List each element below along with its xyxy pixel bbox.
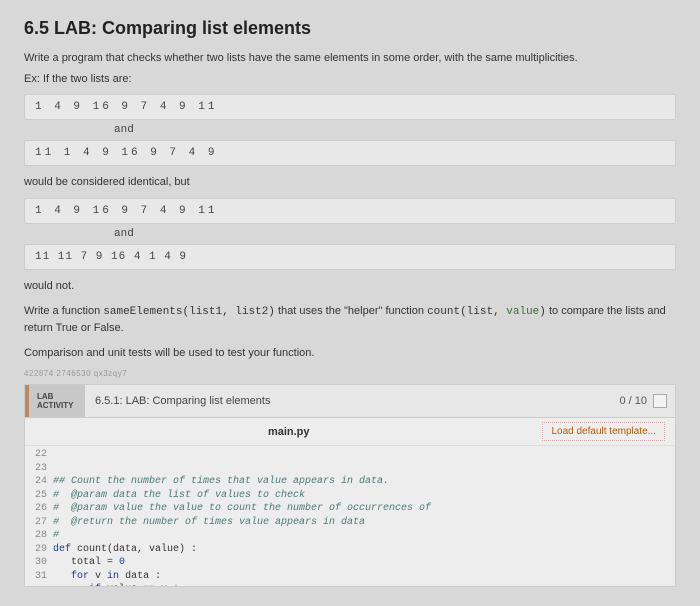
line-number: 28 [25, 529, 47, 543]
lab-activity-bar: LAB ACTIVITY 6.5.1: LAB: Comparing list … [24, 384, 676, 418]
line-number: 22 [25, 448, 47, 462]
intro-text-2: Ex: If the two lists are: [24, 72, 676, 87]
line-number: 30 [25, 556, 47, 570]
score-text: 0 / 10 [619, 395, 647, 407]
example-list-2b: 11 11 7 9 16 4 1 4 9 [24, 244, 676, 270]
func-close: ) [539, 306, 546, 318]
func-mid: that uses the "helper" function [275, 305, 427, 317]
intro-text-1: Write a program that checks whether two … [24, 51, 676, 66]
and-label-1: and [24, 124, 676, 136]
page-title: 6.5 LAB: Comparing list elements [24, 18, 676, 39]
lab-activity-title: 6.5.1: LAB: Comparing list elements [85, 385, 611, 417]
hash-id: 422874 2746530 qx3zqy7 [24, 369, 676, 378]
line-number: 27 [25, 516, 47, 530]
func-count: count(list, [427, 306, 506, 318]
function-instruction: Write a function sameElements(list1, lis… [24, 303, 676, 337]
code-content[interactable]: ## Count the number of times that value … [53, 448, 675, 586]
line-number: 29 [25, 543, 47, 557]
line-number: 23 [25, 462, 47, 476]
code-editor: main.py Load default template... 2223242… [24, 418, 676, 587]
func-val: value [506, 306, 539, 318]
score-box-icon [653, 394, 667, 408]
func-pre: Write a function [24, 305, 103, 317]
line-number: 31 [25, 570, 47, 584]
line-number: 26 [25, 502, 47, 516]
editor-header: main.py Load default template... [25, 418, 675, 446]
wouldnot-note: would not. [24, 278, 676, 295]
line-number: 25 [25, 489, 47, 503]
example-list-2a: 1 4 9 16 9 7 4 9 11 [24, 198, 676, 224]
func-sig: sameElements(list1, list2) [103, 306, 275, 318]
line-gutter: 22232425262728293031 [25, 448, 53, 586]
example-list-1a: 1 4 9 16 9 7 4 9 11 [24, 94, 676, 120]
example-list-1b: 11 1 4 9 16 9 7 4 9 [24, 140, 676, 166]
score-area: 0 / 10 [611, 385, 675, 417]
identical-note: would be considered identical, but [24, 174, 676, 191]
editor-body[interactable]: 22232425262728293031 ## Count the number… [25, 446, 675, 586]
lab-tag-line1: LAB [37, 392, 77, 402]
tests-note: Comparison and unit tests will be used t… [24, 345, 676, 362]
file-tab[interactable]: main.py [35, 426, 542, 438]
lab-tag-line2: ACTIVITY [37, 401, 77, 411]
lab-tag: LAB ACTIVITY [25, 385, 85, 417]
and-label-2: and [24, 228, 676, 240]
load-default-template-button[interactable]: Load default template... [542, 422, 665, 441]
line-number: 24 [25, 475, 47, 489]
